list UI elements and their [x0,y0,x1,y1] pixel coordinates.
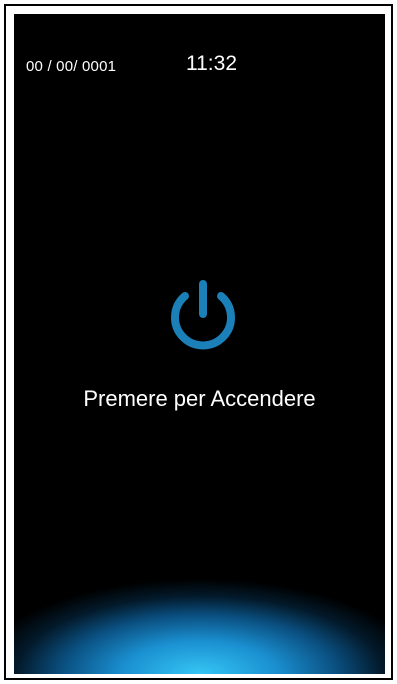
bottom-glow [14,574,385,674]
power-icon [171,280,235,350]
lock-screen[interactable]: 00 / 00/ 0001 11:32 Premere per Accender… [14,14,385,674]
power-button[interactable] [164,276,242,356]
power-on-prompt[interactable]: Premere per Accendere [14,386,385,412]
device-frame: 00 / 00/ 0001 11:32 Premere per Accender… [4,4,393,680]
date-display: 00 / 00/ 0001 [26,58,117,75]
time-display: 11:32 [186,52,237,75]
status-bar: 00 / 00/ 0001 11:32 [14,14,385,84]
